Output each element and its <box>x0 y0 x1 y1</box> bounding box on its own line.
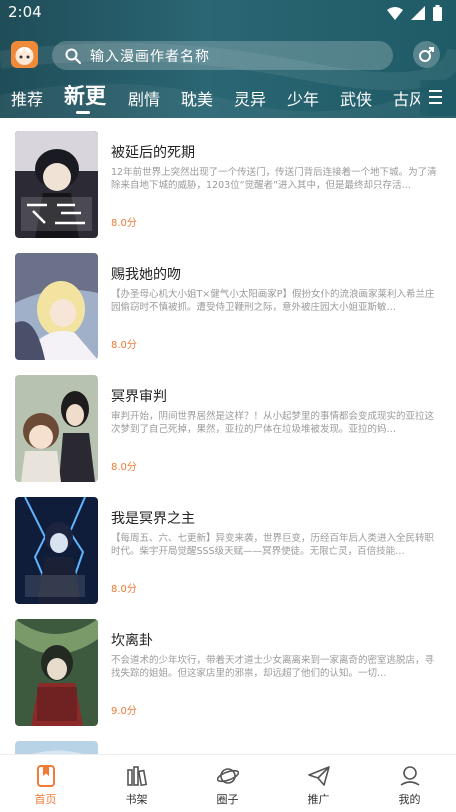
nav-home-label: 首页 <box>34 793 57 806</box>
nav-community[interactable]: 圈子 <box>182 755 273 812</box>
tab-recommend[interactable]: 推荐 <box>11 86 43 110</box>
tab-ancient[interactable]: 古风 <box>393 86 420 110</box>
category-tabs: 推荐 新更 剧情 耽美 灵异 少年 武侠 古风 <box>0 80 420 116</box>
comic-description: 【办圣母心机大小姐T×健气小太阳画家P】假扮女仆的流浪画家莱利入希兰庄园偷窃时不… <box>111 289 435 313</box>
comic-cover-image <box>15 253 98 360</box>
comic-title: 被延后的死期 <box>111 145 195 161</box>
search-icon <box>65 48 81 64</box>
battery-icon <box>433 5 442 21</box>
comic-description: 【每周五、六、七更新】异变来袭，世界巨变，历经百年后人类进入全民转职时代。柴宇开… <box>111 533 435 557</box>
nav-profile-label: 我的 <box>398 793 421 806</box>
comic-list: 被延后的死期 12年前世界上突然出现了一个传送门，传送门背后连接着一个地下城。为… <box>0 118 456 754</box>
list-item[interactable]: 冥界审判 审判开始，阴间世界居然是这样？！从小起梦里的事情都会变成现实的亚拉这次… <box>0 362 456 484</box>
comic-cover-image <box>15 375 98 482</box>
search-placeholder: 输入漫画作者名称 <box>90 49 210 65</box>
tab-wuxia[interactable]: 武侠 <box>340 86 372 110</box>
paper-plane-icon <box>308 766 330 786</box>
comic-score: 8.0分 <box>111 462 137 473</box>
wifi-icon <box>387 7 403 20</box>
comic-cover-image <box>15 741 98 754</box>
list-item[interactable]: 坎离卦 不会道术的少年坎行，带着天才道士少女离离来到一家离奇的密室逃脱店，寻找失… <box>0 606 456 728</box>
user-icon <box>400 766 420 786</box>
category-menu-button[interactable] <box>420 80 456 116</box>
signal-icon <box>411 6 425 20</box>
search-row: 输入漫画作者名称 <box>0 38 456 72</box>
comic-description: 不会道术的少年坎行，带着天才道士少女离离来到一家离奇的密室逃脱店，寻找失踪的姐姐… <box>111 655 435 679</box>
gender-toggle-button[interactable] <box>413 41 440 68</box>
status-bar: 2:04 <box>0 0 456 26</box>
planet-icon <box>217 768 239 784</box>
comic-score: 8.0分 <box>111 584 137 595</box>
list-item[interactable]: 我是冥界之主 【每周五、六、七更新】异变来袭，世界巨变，历经百年后人类进入全民转… <box>0 484 456 606</box>
status-icons <box>387 4 442 22</box>
comic-title: 冥界审判 <box>111 389 167 405</box>
tab-danmei[interactable]: 耽美 <box>181 86 213 110</box>
nav-profile[interactable]: 我的 <box>364 755 455 812</box>
comic-cover-image <box>15 131 98 238</box>
list-item[interactable]: 被延后的死期 12年前世界上突然出现了一个传送门，传送门背后连接着一个地下城。为… <box>0 118 456 240</box>
hamburger-menu-icon <box>429 90 442 104</box>
search-input[interactable]: 输入漫画作者名称 <box>52 41 393 70</box>
comic-description: 12年前世界上突然出现了一个传送门，传送门背后连接着一个地下城。为了清除来自地下… <box>111 167 437 191</box>
nav-bookshelf-label: 书架 <box>125 793 148 806</box>
tab-new-updates[interactable]: 新更 <box>64 80 106 110</box>
comic-cover-image <box>15 619 98 726</box>
comic-title: 赐我她的吻 <box>111 267 181 283</box>
tab-shonen[interactable]: 少年 <box>287 86 319 110</box>
bookmark-icon <box>37 765 55 787</box>
comic-cover-image <box>15 497 98 604</box>
comic-score: 8.0分 <box>111 218 137 229</box>
bottom-navigation: 首页 书架 圈子 推广 我的 <box>0 754 456 812</box>
app-header: 2:04 输入漫画作者名称 推荐 新更 剧情 耽美 灵异 少年 武侠 古风 <box>0 0 456 118</box>
comic-title: 我是冥界之主 <box>111 511 195 527</box>
tab-drama[interactable]: 剧情 <box>128 86 160 110</box>
status-time: 2:04 <box>8 3 42 21</box>
comic-score: 9.0分 <box>111 706 137 717</box>
male-symbol-icon <box>419 47 434 62</box>
comic-description: 审判开始，阴间世界居然是这样？！从小起梦里的事情都会变成现实的亚拉这次梦到了自己… <box>111 411 435 435</box>
app-logo <box>11 41 38 68</box>
comic-score: 8.0分 <box>111 340 137 351</box>
nav-bookshelf[interactable]: 书架 <box>91 755 182 812</box>
active-tab-indicator <box>76 111 90 114</box>
list-item[interactable]: 赐我她的吻 【办圣母心机大小姐T×健气小太阳画家P】假扮女仆的流浪画家莱利入希兰… <box>0 240 456 362</box>
nav-promote[interactable]: 推广 <box>273 755 364 812</box>
nav-community-label: 圈子 <box>216 793 239 806</box>
nav-home[interactable]: 首页 <box>0 755 91 812</box>
tab-supernatural[interactable]: 灵异 <box>234 86 266 110</box>
nav-promote-label: 推广 <box>307 793 330 806</box>
list-item-partial[interactable] <box>0 728 456 754</box>
bookshelf-icon <box>127 766 148 787</box>
comic-title: 坎离卦 <box>111 633 153 649</box>
